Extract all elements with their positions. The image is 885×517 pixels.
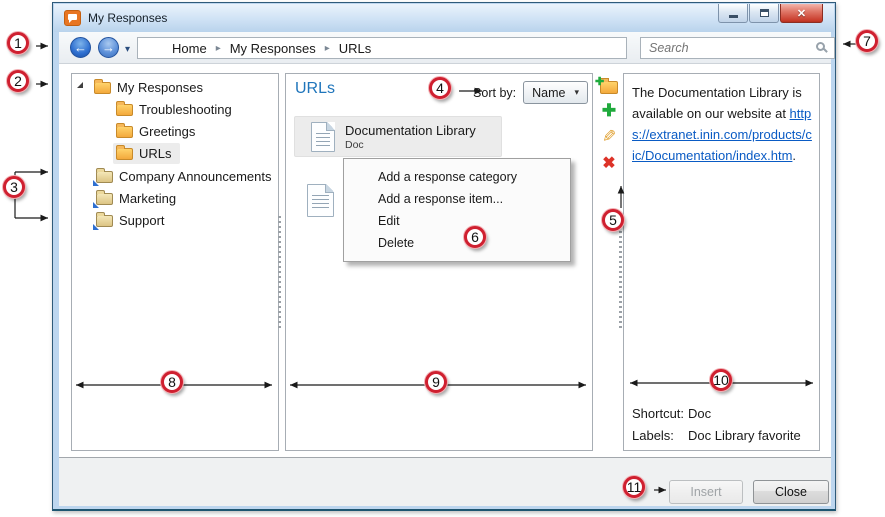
responses-folder-icon bbox=[94, 82, 111, 94]
sort-by-label: Sort by: bbox=[473, 86, 516, 100]
close-dialog-button[interactable]: Close bbox=[753, 480, 829, 504]
tree-item-label: Support bbox=[119, 213, 165, 228]
shortcut-label: Shortcut: bbox=[632, 406, 688, 421]
folder-icon bbox=[116, 104, 133, 116]
search-icon bbox=[816, 42, 825, 51]
breadcrumb-separator-icon: ▸ bbox=[211, 43, 226, 54]
response-item-title: Documentation Library bbox=[345, 123, 476, 138]
callout-1: 1 bbox=[7, 32, 29, 54]
menu-item-edit[interactable]: Edit bbox=[344, 210, 570, 232]
back-button[interactable]: ← bbox=[70, 37, 91, 58]
callout-10: 10 bbox=[710, 369, 732, 391]
add-item-button[interactable]: ✚ bbox=[597, 101, 621, 121]
response-list-panel: URLs Sort by: Name ▾ Documentation Libra… bbox=[285, 73, 593, 451]
tree-item-label: Marketing bbox=[119, 191, 176, 206]
tree-item-label: My Responses bbox=[117, 80, 203, 95]
menu-item-add-response-category[interactable]: Add a response category bbox=[344, 166, 570, 188]
response-detail-panel: The Documentation Library is available o… bbox=[623, 73, 820, 451]
title-bar: My Responses bbox=[54, 4, 834, 32]
response-item-partially-hidden[interactable] bbox=[307, 184, 334, 217]
tree-item-label: Troubleshooting bbox=[139, 102, 232, 117]
tree-item-label: Company Announcements bbox=[119, 169, 271, 184]
labels-field: Labels: Doc Library favorite bbox=[632, 428, 801, 443]
document-icon bbox=[307, 184, 334, 217]
tree-item-marketing[interactable]: Marketing bbox=[96, 187, 176, 209]
breadcrumb-separator-icon: ▸ bbox=[320, 43, 335, 54]
breadcrumb-my-responses[interactable]: My Responses bbox=[226, 41, 320, 56]
shortcut-value: Doc bbox=[688, 406, 711, 421]
shortcut-field: Shortcut: Doc bbox=[632, 406, 801, 421]
recent-pages-caret-icon[interactable]: ▾ bbox=[125, 44, 130, 55]
navigation-bar: ← → ▾ Home ▸ My Responses ▸ URLs bbox=[59, 32, 831, 64]
tree-item-company-announcements[interactable]: Company Announcements bbox=[96, 165, 271, 187]
tree-item-label: URLs bbox=[139, 146, 172, 161]
callout-9: 9 bbox=[425, 371, 447, 393]
shared-folder-icon bbox=[96, 215, 113, 227]
callout-8: 8 bbox=[161, 371, 183, 393]
forward-button[interactable]: → bbox=[98, 37, 119, 58]
response-item-shortcut: Doc bbox=[345, 139, 476, 151]
breadcrumb-urls[interactable]: URLs bbox=[335, 41, 376, 56]
insert-button[interactable]: Insert bbox=[669, 480, 743, 504]
response-preview-text: The Documentation Library is available o… bbox=[632, 82, 814, 166]
edit-button[interactable]: ✎ bbox=[597, 127, 621, 147]
response-item-documentation-library[interactable]: Documentation Library Doc bbox=[294, 116, 502, 157]
labels-value: Doc Library favorite bbox=[688, 428, 801, 443]
chevron-down-icon: ▾ bbox=[574, 87, 579, 98]
search-box bbox=[640, 37, 835, 59]
labels-label: Labels: bbox=[632, 428, 688, 443]
maximize-icon bbox=[760, 9, 769, 17]
sort-dropdown[interactable]: Name ▾ bbox=[523, 81, 588, 104]
callout-5: 5 bbox=[602, 209, 624, 231]
maximize-button[interactable] bbox=[749, 4, 779, 23]
back-arrow-icon: ← bbox=[74, 40, 87, 55]
window-title: My Responses bbox=[88, 11, 167, 25]
footer-bar: Insert Close bbox=[59, 457, 831, 506]
minimize-button[interactable] bbox=[718, 4, 748, 23]
response-tree-panel: My Responses Troubleshooting Greetings U… bbox=[71, 73, 279, 451]
breadcrumb-home[interactable]: Home bbox=[168, 41, 211, 56]
sort-value: Name bbox=[532, 86, 565, 100]
add-category-button[interactable]: ✚ bbox=[597, 77, 621, 97]
delete-button[interactable]: ✖ bbox=[597, 153, 621, 173]
tree-item-my-responses[interactable]: My Responses bbox=[94, 76, 203, 98]
callout-4: 4 bbox=[429, 77, 451, 99]
shared-folder-icon bbox=[96, 171, 113, 183]
preview-text-period: . bbox=[792, 148, 796, 163]
menu-item-delete[interactable]: Delete bbox=[344, 232, 570, 254]
folder-icon bbox=[116, 148, 133, 160]
callout-7: 7 bbox=[856, 30, 878, 52]
callout-3: 3 bbox=[3, 176, 25, 198]
minimize-icon bbox=[729, 15, 738, 18]
add-category-folder-icon: ✚ bbox=[600, 81, 618, 94]
category-header: URLs bbox=[295, 80, 335, 98]
delete-x-icon: ✖ bbox=[602, 153, 615, 173]
context-menu: Add a response category Add a response i… bbox=[343, 158, 571, 262]
callout-2: 2 bbox=[7, 70, 29, 92]
forward-arrow-icon: → bbox=[102, 40, 115, 55]
tree-item-troubleshooting[interactable]: Troubleshooting bbox=[116, 98, 232, 120]
search-input[interactable] bbox=[641, 38, 811, 58]
tree-item-greetings[interactable]: Greetings bbox=[116, 120, 195, 142]
window-controls: ✕ bbox=[718, 4, 823, 23]
detail-splitter-handle[interactable] bbox=[619, 216, 622, 331]
close-button[interactable]: ✕ bbox=[780, 4, 823, 23]
expand-triangle-icon[interactable] bbox=[77, 82, 83, 88]
tree-item-support[interactable]: Support bbox=[96, 209, 165, 231]
close-icon: ✕ bbox=[797, 7, 806, 20]
tree-item-label: Greetings bbox=[139, 124, 195, 139]
app-chat-bubble-icon bbox=[64, 10, 81, 26]
preview-text: The Documentation Library is available o… bbox=[632, 85, 802, 121]
breadcrumb: Home ▸ My Responses ▸ URLs bbox=[137, 37, 627, 59]
folder-icon bbox=[116, 126, 133, 138]
shared-folder-icon bbox=[96, 193, 113, 205]
tree-item-urls-selected[interactable]: URLs bbox=[113, 142, 180, 164]
callout-11: 11 bbox=[623, 476, 645, 498]
callout-6: 6 bbox=[464, 226, 486, 248]
tree-splitter-handle[interactable] bbox=[278, 216, 281, 331]
document-icon bbox=[311, 122, 335, 152]
menu-item-add-response-item[interactable]: Add a response item... bbox=[344, 188, 570, 210]
plus-icon: ✚ bbox=[602, 101, 616, 121]
pencil-icon: ✎ bbox=[602, 127, 616, 147]
